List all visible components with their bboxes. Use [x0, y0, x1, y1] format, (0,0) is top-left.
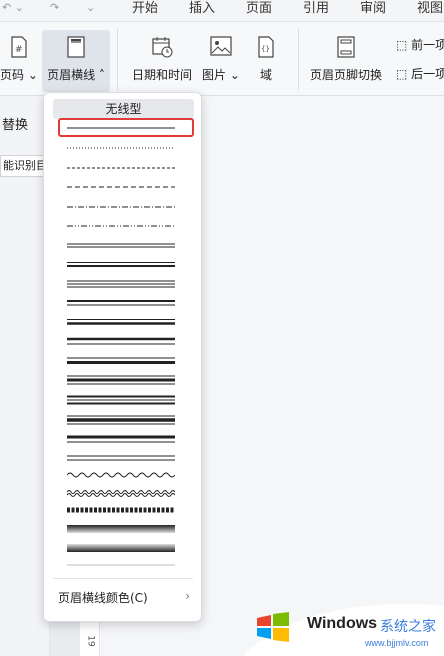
- prev-icon: ⬚: [396, 38, 408, 52]
- picture-icon: [210, 36, 232, 59]
- line-option-gradient-top[interactable]: [67, 524, 175, 534]
- line-option-double-wave[interactable]: [67, 489, 175, 497]
- next-label: 后一项: [411, 67, 444, 81]
- undo-icon[interactable]: ↶ ⌄: [2, 1, 24, 14]
- header-line-icon: [66, 36, 86, 61]
- field-label: 域: [259, 68, 272, 82]
- svg-text:#: #: [15, 45, 23, 55]
- header-line-dropdown: 无线型 页眉横线颜色(C) ›: [43, 92, 202, 622]
- line-option-thick-double[interactable]: [67, 356, 175, 365]
- line-option-double-thick[interactable]: [67, 337, 175, 346]
- line-option-thin-thick-thin[interactable]: [67, 375, 175, 385]
- menu-divider: [53, 578, 193, 579]
- ruler-number: 19: [85, 635, 96, 647]
- datetime-button[interactable]: 日期和时间: [128, 30, 196, 92]
- watermark-suffix: 系统之家: [380, 619, 436, 635]
- replace-button[interactable]: 替换: [2, 114, 28, 133]
- ribbon-toolbar: # 页码 ⌄ 页眉横线 ˄ 日期和时间 图片 ⌄ {} 域 页眉页脚切换 ⬚ 前…: [0, 22, 444, 96]
- line-option-thick-thin[interactable]: [67, 299, 175, 307]
- field-icon: {}: [257, 36, 275, 61]
- prev-label: 前一项: [411, 38, 444, 52]
- line-option-dashed[interactable]: [67, 184, 175, 190]
- watermark-url: www.bjjmlv.com: [365, 638, 429, 648]
- windows-logo-icon: [255, 612, 291, 645]
- line-option-triple[interactable]: [67, 280, 175, 288]
- header-line-color-label: 页眉横线颜色(C): [58, 591, 148, 605]
- page-number-button[interactable]: # 页码 ⌄: [0, 30, 38, 92]
- header-line-button[interactable]: 页眉横线 ˄: [42, 30, 110, 92]
- redo-icon[interactable]: ↷: [50, 1, 59, 14]
- line-option-thin-thick-wide[interactable]: [67, 318, 175, 326]
- line-option-dashed-short[interactable]: [67, 165, 175, 171]
- no-line-option[interactable]: 无线型: [53, 99, 194, 119]
- header-line-color-item[interactable]: 页眉横线颜色(C) ›: [58, 589, 190, 607]
- field-button[interactable]: {} 域: [248, 30, 284, 92]
- tab-review[interactable]: 审阅: [360, 0, 386, 16]
- watermark: Windows 系统之家 www.bjjmlv.com: [243, 598, 444, 656]
- line-option-single[interactable]: [67, 125, 175, 131]
- page-number-label: 页码: [0, 68, 25, 82]
- line-option-striped[interactable]: [67, 506, 175, 514]
- watermark-brand: Windows: [307, 615, 378, 632]
- svg-text:{}: {}: [261, 45, 270, 53]
- ribbon-divider: [298, 28, 299, 90]
- line-option-thin-thick[interactable]: [67, 261, 175, 269]
- picture-label: 图片: [202, 68, 227, 82]
- datetime-label: 日期和时间: [131, 68, 192, 82]
- tab-page[interactable]: 页面: [246, 0, 272, 16]
- line-option-dash-dot-dot[interactable]: [67, 223, 175, 229]
- chevron-right-icon: ›: [185, 589, 190, 603]
- line-option-thin-bottom[interactable]: [67, 563, 175, 567]
- line-option-thick-thin-gap[interactable]: [67, 435, 175, 443]
- line-option-dotted[interactable]: [67, 145, 175, 151]
- picture-button[interactable]: 图片 ⌄: [200, 30, 242, 92]
- chevron-down-icon[interactable]: ⌄: [86, 1, 95, 14]
- line-option-double-thin[interactable]: [67, 454, 175, 462]
- tab-view[interactable]: 视图: [417, 0, 443, 16]
- line-option-dash-dot[interactable]: [67, 204, 175, 210]
- line-option-wave[interactable]: [67, 471, 175, 479]
- line-option-gradient-bottom[interactable]: [67, 543, 175, 553]
- line-option-thin-thick-thin-wide[interactable]: [67, 415, 175, 425]
- tab-insert[interactable]: 插入: [189, 0, 215, 16]
- prev-item-button[interactable]: ⬚ 前一项: [396, 36, 444, 53]
- next-icon: ⬚: [396, 67, 408, 81]
- tab-references[interactable]: 引用: [303, 0, 329, 16]
- header-footer-switch-button[interactable]: 页眉页脚切换: [306, 30, 386, 92]
- line-option-triple-thick[interactable]: [67, 395, 175, 405]
- header-line-label: 页眉横线: [47, 68, 96, 82]
- next-item-button[interactable]: ⬚ 后一项: [396, 65, 444, 82]
- tab-home[interactable]: 开始: [132, 0, 158, 16]
- header-footer-switch-icon: [336, 36, 356, 61]
- menu-bar: ↶ ⌄ ↷ ⌄ 开始 插入 页面 引用 审阅 视图: [0, 0, 444, 22]
- line-option-double[interactable]: [67, 242, 175, 250]
- calendar-clock-icon: [151, 36, 173, 61]
- header-footer-switch-label: 页眉页脚切换: [309, 68, 382, 82]
- ribbon-divider: [117, 28, 118, 90]
- page-number-icon: #: [10, 36, 28, 61]
